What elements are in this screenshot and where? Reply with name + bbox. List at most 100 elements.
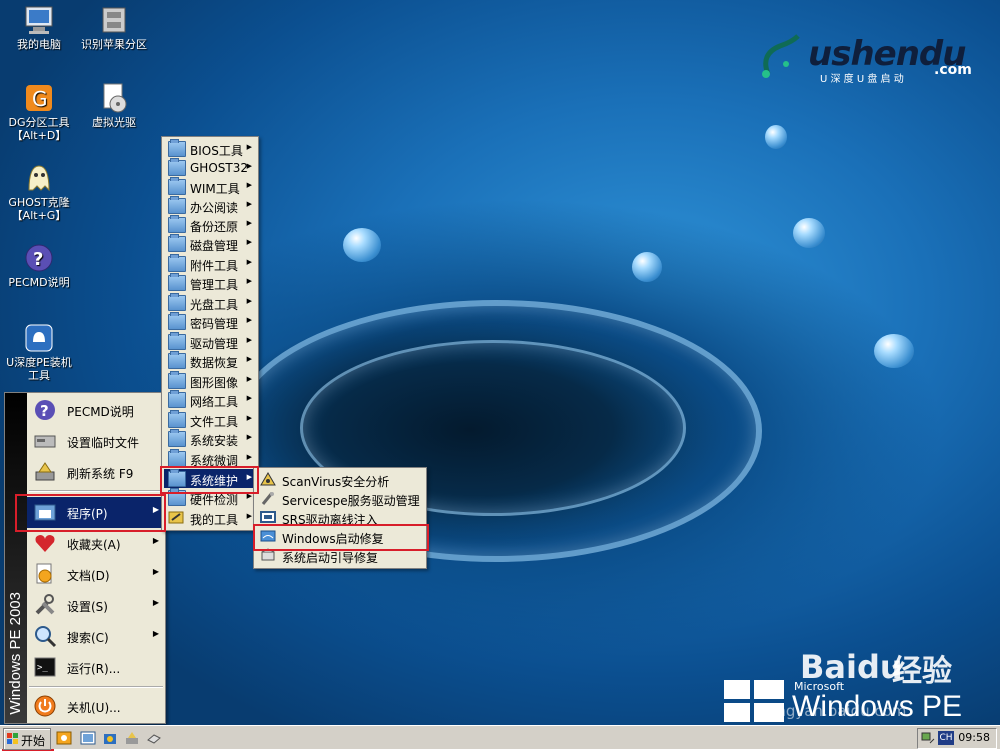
- water-drop: [343, 228, 381, 262]
- folder-icon: [168, 234, 186, 252]
- submenu-arrow-icon: ▶: [152, 567, 159, 576]
- disk-scan-icon: [98, 4, 130, 36]
- start-item-shutdown[interactable]: 关机(U)...: [27, 691, 165, 722]
- desktop-icon-label: U深度PE装机 工具: [6, 356, 72, 382]
- maintenance-item-scanvirus[interactable]: ScanVirus安全分析: [256, 470, 424, 489]
- logo-subtitle: U 深 度 U 盘 启 动: [820, 74, 904, 85]
- quicklaunch-refresh-icon[interactable]: [124, 730, 140, 746]
- menu-item-label: 系统启动引导修复: [282, 551, 379, 565]
- logo-mark-icon: [762, 34, 800, 78]
- service-tool-icon: [261, 492, 274, 505]
- start-item-settings[interactable]: 设置(S) ▶: [27, 590, 165, 621]
- submenu-arrow-icon: ▶: [246, 316, 252, 324]
- menu-item-label: 密码管理: [190, 317, 239, 331]
- programs-item-install[interactable]: 系统安装 ▶: [164, 429, 256, 448]
- desktop-icon-apple-partition[interactable]: 识别苹果分区: [72, 4, 156, 51]
- settings-icon: [35, 594, 55, 615]
- programs-item-password[interactable]: 密码管理 ▶: [164, 312, 256, 331]
- menu-item-label: 办公阅读: [190, 201, 239, 215]
- programs-item-accessories[interactable]: 附件工具 ▶: [164, 254, 256, 273]
- programs-item-file[interactable]: 文件工具 ▶: [164, 410, 256, 429]
- maintenance-item-servicespe[interactable]: Servicespe服务驱动管理: [256, 489, 424, 508]
- submenu-arrow-icon: ▶: [152, 598, 159, 607]
- folder-icon: [168, 312, 186, 330]
- folder-icon: [168, 293, 186, 311]
- folder-icon: [168, 254, 186, 272]
- language-indicator[interactable]: CH: [938, 731, 954, 745]
- programs-item-ghost32[interactable]: GHOST32 ▶: [164, 158, 256, 177]
- folder-icon: [168, 177, 186, 195]
- start-item-temp-files[interactable]: 设置临时文件: [27, 426, 165, 457]
- programs-item-wim[interactable]: WIM工具 ▶: [164, 177, 256, 196]
- submenu-arrow-icon: ▶: [246, 200, 252, 208]
- computer-icon: [23, 4, 55, 36]
- folder-icon: [168, 273, 186, 291]
- start-item-label: 刷新系统 F9: [67, 467, 134, 481]
- menu-item-label: ScanVirus安全分析: [282, 475, 390, 489]
- folder-icon: [168, 158, 186, 176]
- desktop-icon-label: GHOST克隆 【Alt+G】: [8, 196, 70, 222]
- quicklaunch-image-icon[interactable]: [80, 730, 96, 746]
- highlight-box-programs: [15, 494, 166, 532]
- programs-item-cd[interactable]: 光盘工具 ▶: [164, 293, 256, 312]
- programs-item-disk[interactable]: 磁盘管理 ▶: [164, 234, 256, 253]
- programs-item-driver[interactable]: 驱动管理 ▶: [164, 332, 256, 351]
- ghost-icon: [23, 162, 55, 194]
- start-item-favorites[interactable]: 收藏夹(A) ▶: [27, 528, 165, 559]
- programs-item-bios[interactable]: BIOS工具 ▶: [164, 139, 256, 158]
- start-item-pecmd-help[interactable]: ? PECMD说明: [27, 395, 165, 426]
- menu-item-label: WIM工具: [190, 182, 240, 196]
- refresh-icon: [35, 462, 55, 481]
- watermark: Baidu 经验 Microsoft Windows PE jingyan.ba…: [722, 638, 992, 725]
- folder-icon: [168, 215, 186, 233]
- menu-item-label: 附件工具: [190, 259, 239, 273]
- desktop-icon-label: 识别苹果分区: [81, 38, 147, 51]
- water-drop: [632, 252, 662, 282]
- desktop-icon-label: 虚拟光驱: [92, 116, 136, 129]
- programs-item-my-tools[interactable]: 我的工具 ▶: [164, 508, 256, 527]
- help-icon: ?: [23, 242, 55, 274]
- diskgenius-icon: G: [23, 82, 55, 114]
- desktop-icon-my-computer[interactable]: 我的电脑: [0, 4, 81, 51]
- start-item-run[interactable]: >_ 运行(R)...: [27, 652, 165, 683]
- submenu-arrow-icon: ▶: [246, 143, 252, 151]
- desktop-icon-pe-installer[interactable]: U深度PE装机 工具: [0, 322, 81, 382]
- desktop-icon-pecmd-help[interactable]: ? PECMD说明: [0, 242, 81, 289]
- network-status-icon[interactable]: [921, 731, 935, 745]
- programs-item-backup[interactable]: 备份还原 ▶: [164, 215, 256, 234]
- start-item-refresh[interactable]: 刷新系统 F9: [27, 457, 165, 488]
- submenu-arrow-icon: ▶: [246, 512, 252, 520]
- submenu-arrow-icon: ▶: [246, 258, 252, 266]
- programs-item-admin[interactable]: 管理工具 ▶: [164, 273, 256, 292]
- quicklaunch-drive-icon[interactable]: [146, 730, 162, 746]
- submenu-arrow-icon: ▶: [246, 181, 252, 189]
- start-menu: Windows PE 2003 ? PECMD说明 设置临时文件 刷新系统 F9…: [4, 392, 166, 724]
- programs-item-recovery[interactable]: 数据恢复 ▶: [164, 351, 256, 370]
- start-item-documents[interactable]: 文档(D) ▶: [27, 559, 165, 590]
- desktop-icon-ghost[interactable]: GHOST克隆 【Alt+G】: [0, 162, 81, 222]
- start-item-search[interactable]: 搜索(C) ▶: [27, 621, 165, 652]
- menu-item-label: 驱动管理: [190, 337, 239, 351]
- jingyan-watermark: 经验: [892, 654, 952, 689]
- highlight-box-windows-boot-repair: [253, 524, 429, 551]
- submenu-arrow-icon: ▶: [246, 277, 252, 285]
- menu-item-label: 备份还原: [190, 220, 239, 234]
- driver-inject-icon: [260, 511, 276, 523]
- quicklaunch-tools-icon[interactable]: [102, 730, 118, 746]
- menu-item-label: GHOST32: [190, 161, 248, 175]
- programs-item-office[interactable]: 办公阅读 ▶: [164, 196, 256, 215]
- submenu-arrow-icon: ▶: [246, 394, 252, 402]
- quicklaunch-explorer-icon[interactable]: [56, 730, 72, 746]
- water-drop: [793, 218, 825, 248]
- run-icon: >_: [34, 657, 56, 677]
- start-item-label: 运行(R)...: [67, 662, 121, 676]
- start-item-label: 收藏夹(A): [67, 538, 121, 552]
- desktop-icon-dg-partition[interactable]: G DG分区工具 【Alt+D】: [0, 82, 81, 142]
- programs-item-graphics[interactable]: 图形图像 ▶: [164, 371, 256, 390]
- clock[interactable]: 09:58: [958, 731, 990, 744]
- menu-item-label: 磁盘管理: [190, 239, 239, 253]
- programs-item-network[interactable]: 网络工具 ▶: [164, 390, 256, 409]
- start-button[interactable]: 开始: [3, 728, 51, 750]
- desktop-icon-virtual-cd[interactable]: 虚拟光驱: [72, 82, 156, 129]
- submenu-arrow-icon: ▶: [246, 297, 252, 305]
